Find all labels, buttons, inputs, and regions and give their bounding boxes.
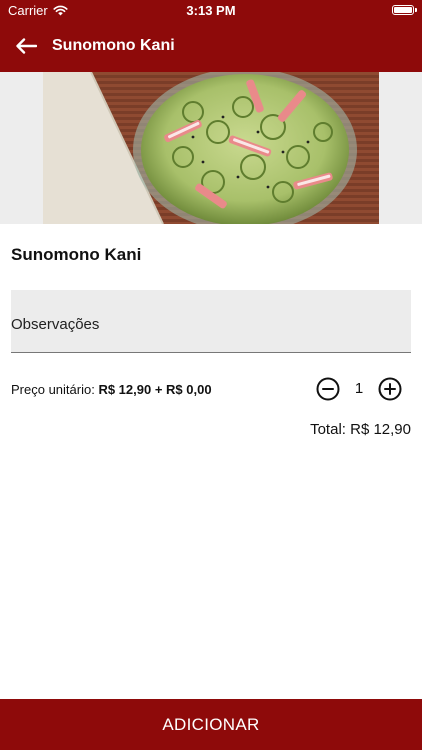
unit-price-values: R$ 12,90 + R$ 0,00	[98, 382, 212, 397]
status-bar: Carrier 3:13 PM	[0, 0, 422, 22]
page-title: Sunomono Kani	[52, 37, 175, 54]
product-image-area	[0, 72, 422, 224]
status-time: 3:13 PM	[186, 3, 236, 18]
product-detail-screen: Carrier 3:13 PM Sunomono Kani Sunomono K…	[0, 0, 422, 750]
quantity-stepper: 1	[316, 376, 412, 402]
decrease-quantity-button[interactable]	[316, 377, 340, 401]
add-to-cart-button[interactable]: ADICIONAR	[0, 699, 422, 750]
battery-level	[394, 7, 412, 13]
notes-field[interactable]	[11, 290, 411, 353]
quantity-value: 1	[354, 380, 364, 397]
increase-quantity-button[interactable]	[378, 377, 402, 401]
product-name: Sunomono Kani	[11, 245, 142, 264]
battery-icon	[392, 5, 414, 15]
arrow-left-icon	[16, 38, 37, 54]
unit-price: Preço unitário: R$ 12,90 + R$ 0,00	[11, 382, 212, 397]
product-image	[43, 72, 379, 224]
battery-tip	[415, 8, 417, 12]
navigation-bar: Sunomono Kani	[0, 22, 422, 72]
unit-price-label: Preço unitário:	[11, 382, 95, 397]
notes-input[interactable]	[11, 316, 401, 333]
app-header: Carrier 3:13 PM Sunomono Kani	[0, 0, 422, 72]
minus-circle-icon	[316, 377, 340, 401]
back-button[interactable]	[10, 32, 42, 60]
plus-circle-icon	[378, 377, 402, 401]
order-total: Total: R$ 12,90	[310, 421, 411, 438]
